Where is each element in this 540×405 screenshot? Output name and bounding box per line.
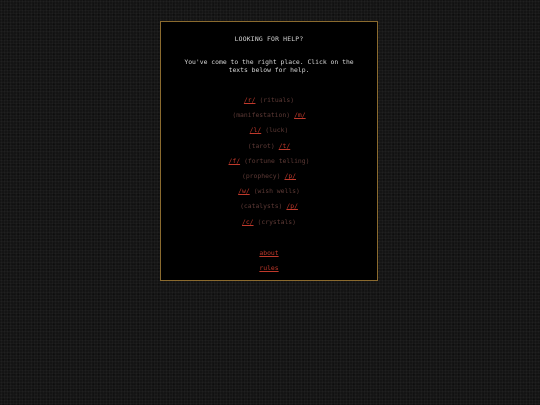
list-item: (tarot) /t/: [161, 142, 377, 157]
about-link[interactable]: about: [259, 249, 278, 257]
list-item: /l/(luck): [161, 126, 377, 141]
link-desc: (fortune telling): [244, 156, 310, 165]
link-luck[interactable]: /l/: [250, 126, 262, 134]
list-item: (catalysts)/p/: [161, 202, 377, 217]
link-fortune-telling[interactable]: /f/: [229, 157, 241, 165]
list-item: rules: [161, 264, 377, 280]
link-desc: (catalysts): [240, 202, 283, 211]
link-wish-wells[interactable]: /w/: [238, 187, 250, 195]
link-desc: (manifestation): [232, 111, 291, 120]
link-crystals[interactable]: /c/: [242, 218, 254, 226]
link-catalysts[interactable]: /p/: [286, 202, 298, 210]
list-item: (prophecy)/p/: [161, 172, 377, 187]
help-link-list: /r/(rituals) (manifestation)/m/ /l/(luck…: [161, 96, 377, 233]
rules-link[interactable]: rules: [259, 264, 278, 272]
footer-links: about rules: [161, 249, 377, 280]
link-desc: (tarot): [247, 141, 275, 150]
list-item: /c/(crystals): [161, 218, 377, 233]
link-rituals[interactable]: /r/: [244, 96, 256, 104]
link-prophecy[interactable]: /p/: [284, 172, 296, 180]
list-item: /r/(rituals): [161, 96, 377, 111]
link-desc: (crystals): [257, 217, 297, 226]
link-desc: (wish wells): [253, 187, 300, 196]
list-item: (manifestation)/m/: [161, 111, 377, 126]
link-desc: (rituals): [259, 96, 295, 104]
list-item: /w/(wish wells): [161, 187, 377, 202]
link-tarot[interactable]: /t/: [279, 142, 291, 150]
link-desc: (prophecy): [241, 171, 281, 180]
panel-intro: You've come to the right place. Click on…: [184, 58, 354, 74]
link-desc: (luck): [265, 126, 289, 135]
list-item: /f/(fortune telling): [161, 157, 377, 172]
help-panel: LOOKING FOR HELP? You've come to the rig…: [160, 21, 378, 281]
panel-title: LOOKING FOR HELP?: [234, 35, 304, 43]
list-item: about: [161, 249, 377, 265]
link-manifestation[interactable]: /m/: [294, 111, 306, 119]
